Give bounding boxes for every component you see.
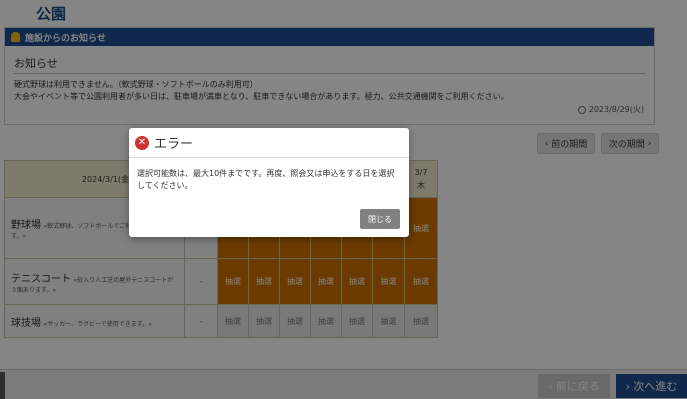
dialog-title: エラー [154,137,194,152]
error-icon: ✕ [135,135,149,150]
error-dialog: ✕ エラー 選択可能数は、最大10件までです。再度、照会又は申込をする日を選択し… [129,128,409,237]
dialog-message: 選択可能数は、最大10件までです。再度、照会又は申込をする日を選択してください。 [137,169,395,190]
dialog-header: ✕ エラー [129,128,409,158]
close-button[interactable]: 閉じる [360,209,400,229]
